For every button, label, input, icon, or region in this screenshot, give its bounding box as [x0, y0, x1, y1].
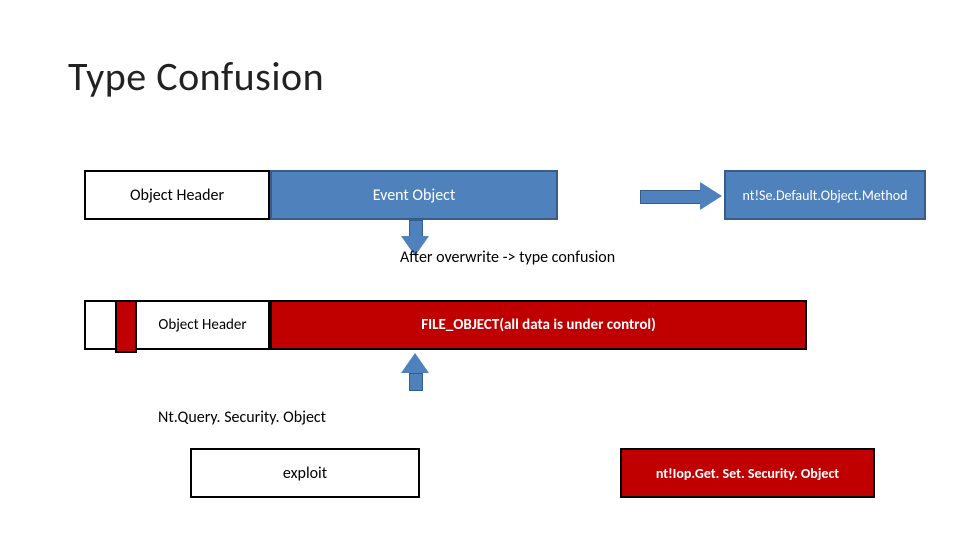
overwrite-strip	[115, 300, 137, 353]
se-default-method-box: nt!Se.Default.Object.Method	[724, 170, 926, 220]
slide-title: Type Confusion	[68, 52, 324, 101]
overwrite-label: After overwrite -> type confusion	[400, 248, 615, 267]
event-object-box: Event Object	[270, 170, 558, 220]
file-object-box: FILE_OBJECT(all data is under control)	[270, 300, 807, 350]
arrow-up-head	[401, 353, 429, 373]
ntquery-label: Nt.Query. Security. Object	[158, 408, 326, 427]
arrow-row1-shaft	[640, 190, 702, 204]
arrow-row1-head	[700, 182, 722, 210]
exploit-box: exploit	[190, 448, 420, 498]
object-header-box-1: Object Header	[84, 170, 270, 220]
arrow-up-shaft	[409, 373, 423, 391]
object-header-box-2: Object Header	[135, 300, 270, 350]
iop-get-set-box: nt!Iop.Get. Set. Security. Object	[620, 448, 875, 498]
